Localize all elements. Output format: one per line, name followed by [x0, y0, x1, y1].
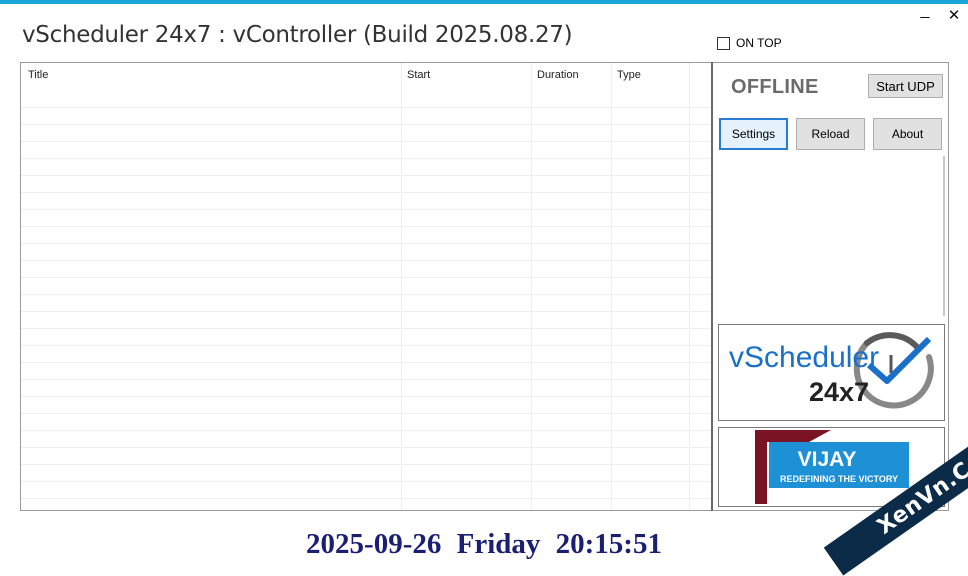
vscheduler-logo: vScheduler 24x7 — [718, 324, 945, 421]
column-header-type[interactable]: Type — [617, 69, 641, 81]
grid-rows[interactable] — [21, 91, 711, 510]
column-header-title[interactable]: Title — [28, 69, 48, 81]
clock-date: 2025-09-26 — [306, 528, 442, 560]
start-udp-button[interactable]: Start UDP — [868, 74, 943, 98]
ontop-checkbox[interactable]: ON TOP — [717, 36, 782, 50]
clock-time: 20:15:51 — [555, 528, 662, 560]
column-header-start[interactable]: Start — [407, 69, 430, 81]
schedule-grid[interactable]: Title Start Duration Type — [20, 62, 712, 511]
banner-title: VIJAY — [798, 448, 857, 471]
logo-graphic: vScheduler 24x7 — [729, 332, 934, 409]
logo-sub: 24x7 — [809, 377, 869, 407]
reload-button[interactable]: Reload — [796, 118, 865, 150]
title-accent-bar — [0, 0, 968, 4]
clock-day: Friday — [456, 528, 541, 560]
minimize-button[interactable]: _ — [914, 2, 936, 20]
column-header-duration[interactable]: Duration — [537, 69, 579, 81]
ontop-label: ON TOP — [736, 36, 782, 50]
banner-tagline: REDEFINING THE VICTORY — [780, 474, 898, 484]
settings-button[interactable]: Settings — [719, 118, 788, 150]
logo-name: vScheduler — [729, 341, 879, 374]
window-title: vScheduler 24x7 : vController (Build 202… — [22, 22, 573, 48]
log-scrollbar[interactable] — [943, 156, 945, 316]
about-button[interactable]: About — [873, 118, 942, 150]
grid-header: Title Start Duration Type — [21, 63, 711, 91]
datetime-display: 2025-09-26 Friday 20:15:51 — [0, 528, 968, 561]
close-button[interactable]: ✕ — [943, 6, 965, 24]
checkbox-box[interactable] — [717, 36, 730, 50]
status-label: OFFLINE — [731, 76, 819, 98]
